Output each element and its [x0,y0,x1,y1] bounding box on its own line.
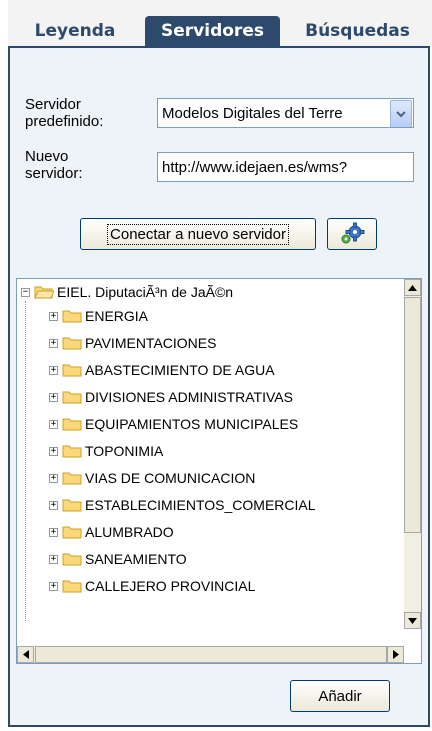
expand-icon[interactable]: + [49,392,58,402]
folder-icon [62,580,82,593]
tree-item[interactable]: + ENERGIA [49,305,148,327]
tree-item-label: TOPONIMIA [85,443,164,459]
tree-item-label: SANEAMIENTO [85,551,187,567]
folder-icon [62,472,82,485]
tree-item[interactable]: + PAVIMENTACIONES [49,332,216,354]
tab-servidores[interactable]: Servidores [145,16,280,46]
tree-guide-line [25,301,26,621]
tree-root-label: EIEL. DiputaciÃ³n de JaÃ©n [57,284,234,300]
tab-leyenda[interactable]: Leyenda [8,16,142,46]
tree-item[interactable]: + ABASTECIMIENTO DE AGUA [49,359,275,381]
tree-item[interactable]: + ESTABLECIMIENTOS_COMERCIAL [49,494,316,516]
new-server-input[interactable]: http://www.idejaen.es/wms? [157,152,414,182]
folder-open-icon [34,286,54,299]
gear-icon [341,222,365,244]
expand-icon[interactable]: + [49,581,58,591]
tree-item[interactable]: + ALUMBRADO [49,521,174,543]
predefined-server-value: Modelos Digitales del Terre [162,104,343,122]
scroll-left-button[interactable] [17,646,34,663]
tree-item-label: ENERGIA [85,308,149,324]
settings-button[interactable] [327,218,377,250]
expand-icon[interactable]: + [49,527,58,537]
expand-icon[interactable]: + [49,446,58,456]
tree-item-label: EQUIPAMIENTOS MUNICIPALES [85,416,299,432]
folder-icon [62,445,82,458]
folder-icon [62,310,82,323]
servers-panel: Servidor predefinido: Modelos Digitales … [8,46,430,727]
arrow-down-icon [408,617,417,624]
tree-item[interactable]: + SANEAMIENTO [49,548,187,570]
folder-icon [62,553,82,566]
arrow-left-icon [22,650,29,659]
tree-item-label: VIAS DE COMUNICACION [85,470,256,486]
layer-tree: − EIEL. DiputaciÃ³n de JaÃ©n + ENERGIA +… [16,278,422,664]
expand-icon[interactable]: + [49,338,58,348]
add-button[interactable]: Añadir [290,680,390,712]
tree-item-label: ALUMBRADO [85,524,174,540]
tree-item[interactable]: + VIAS DE COMUNICACION [49,467,255,489]
expand-icon[interactable]: + [49,419,58,429]
scroll-down-button[interactable] [404,612,421,629]
tree-item-label: CALLEJERO PROVINCIAL [85,578,256,594]
tree-item[interactable]: + DIVISIONES ADMINISTRATIVAS [49,386,293,408]
tree-root[interactable]: − EIEL. DiputaciÃ³n de JaÃ©n [21,281,233,303]
folder-icon [62,337,82,350]
connect-server-label: Conectar a nuevo servidor [107,223,289,245]
tree-item-label: PAVIMENTACIONES [85,335,217,351]
tree-item-label: DIVISIONES ADMINISTRATIVAS [85,389,293,405]
arrow-right-icon [392,650,399,659]
folder-icon [62,364,82,377]
vertical-scrollbar[interactable] [404,279,421,629]
folder-icon [62,418,82,431]
scroll-up-button[interactable] [404,279,421,296]
new-server-label: Nuevo servidor: [25,148,83,182]
folder-icon [62,499,82,512]
tree-item[interactable]: + EQUIPAMIENTOS MUNICIPALES [49,413,298,435]
tab-bar: Leyenda Servidores Búsquedas [8,0,432,46]
scroll-thumb[interactable] [404,297,421,533]
tree-item-label: ABASTECIMIENTO DE AGUA [85,362,275,378]
new-server-value: http://www.idejaen.es/wms? [162,158,348,176]
add-button-label: Añadir [318,687,362,705]
folder-icon [62,526,82,539]
expand-icon[interactable]: + [49,365,58,375]
tree-item[interactable]: + CALLEJERO PROVINCIAL [49,575,255,597]
tree-item-label: ESTABLECIMIENTOS_COMERCIAL [85,497,316,513]
collapse-icon[interactable]: − [21,287,30,297]
arrow-up-icon [408,284,417,291]
predefined-server-select[interactable]: Modelos Digitales del Terre [157,98,414,128]
chevron-down-icon[interactable] [390,100,412,127]
tab-busquedas[interactable]: Búsquedas [283,16,432,46]
expand-icon[interactable]: + [49,500,58,510]
tree-item[interactable]: + TOPONIMIA [49,440,163,462]
predefined-server-label: Servidor predefinido: [25,96,104,130]
horizontal-scrollbar[interactable] [17,646,404,663]
scroll-thumb[interactable] [35,646,387,663]
folder-icon [62,391,82,404]
connect-server-button[interactable]: Conectar a nuevo servidor [80,218,316,250]
scroll-right-button[interactable] [387,646,404,663]
expand-icon[interactable]: + [49,554,58,564]
expand-icon[interactable]: + [49,311,58,321]
expand-icon[interactable]: + [49,473,58,483]
